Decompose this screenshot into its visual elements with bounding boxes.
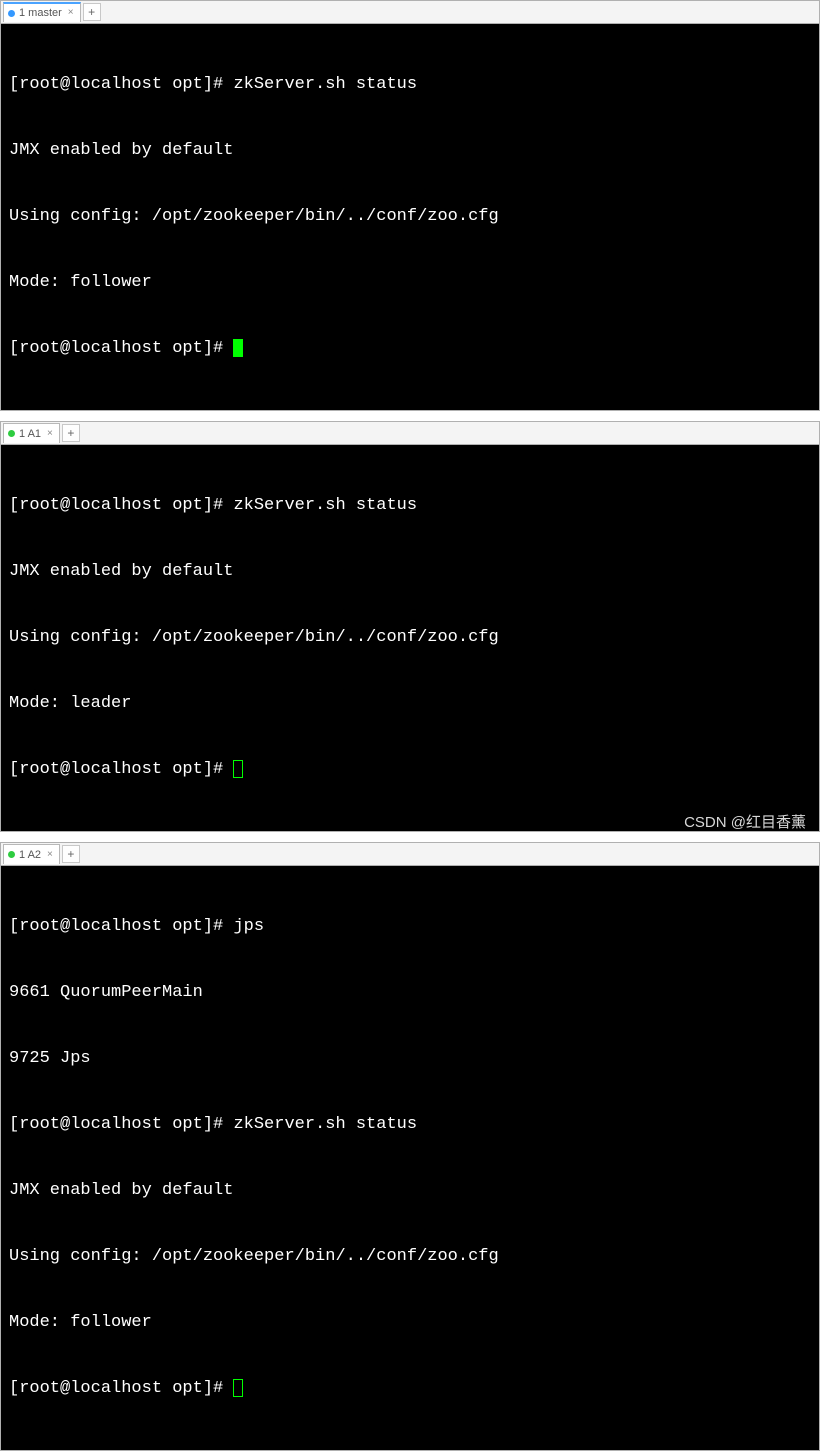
tab-bar: 1 A1 × + — [1, 422, 819, 445]
terminal-line: [root@localhost opt]# zkServer.sh status — [9, 74, 811, 96]
terminal-line: [root@localhost opt]# jps — [9, 916, 811, 938]
terminal-line: Mode: leader — [9, 693, 811, 715]
tab-bar: 1 A2 × + — [1, 843, 819, 866]
terminal-line: Mode: follower — [9, 272, 811, 294]
close-icon[interactable]: × — [47, 429, 53, 439]
terminal-line: [root@localhost opt]# zkServer.sh status — [9, 1114, 811, 1136]
terminal-line: [root@localhost opt]# — [9, 338, 811, 360]
terminal-pane-master: 1 master × + [root@localhost opt]# zkSer… — [0, 0, 820, 411]
close-icon[interactable]: × — [68, 8, 74, 18]
terminal-line: Mode: follower — [9, 1312, 811, 1334]
terminal-line: 9725 Jps — [9, 1048, 811, 1070]
status-dot-icon — [8, 430, 15, 437]
close-icon[interactable]: × — [47, 850, 53, 860]
terminal-line: JMX enabled by default — [9, 1180, 811, 1202]
tab-a1[interactable]: 1 A1 × — [3, 423, 60, 443]
cursor-icon — [233, 339, 243, 357]
terminal-line: Using config: /opt/zookeeper/bin/../conf… — [9, 627, 811, 649]
terminal-output[interactable]: [root@localhost opt]# jps 9661 QuorumPee… — [1, 866, 819, 1450]
terminal-pane-a1: 1 A1 × + [root@localhost opt]# zkServer.… — [0, 421, 820, 832]
terminal-line: [root@localhost opt]# zkServer.sh status — [9, 495, 811, 517]
add-tab-button[interactable]: + — [83, 3, 101, 21]
cursor-icon — [233, 760, 243, 778]
terminal-line: [root@localhost opt]# — [9, 759, 811, 781]
terminal-line: 9661 QuorumPeerMain — [9, 982, 811, 1004]
terminal-line: [root@localhost opt]# — [9, 1378, 811, 1400]
terminal-output[interactable]: [root@localhost opt]# zkServer.sh status… — [1, 24, 819, 410]
terminal-line: Using config: /opt/zookeeper/bin/../conf… — [9, 206, 811, 228]
terminal-line: JMX enabled by default — [9, 561, 811, 583]
tab-label: 1 A2 — [19, 849, 41, 861]
terminal-line: JMX enabled by default — [9, 140, 811, 162]
terminal-output[interactable]: [root@localhost opt]# zkServer.sh status… — [1, 445, 819, 831]
cursor-icon — [233, 1379, 243, 1397]
tab-label: 1 master — [19, 7, 62, 19]
tab-label: 1 A1 — [19, 428, 41, 440]
terminal-pane-a2: 1 A2 × + [root@localhost opt]# jps 9661 … — [0, 842, 820, 1451]
tab-a2[interactable]: 1 A2 × — [3, 844, 60, 864]
terminal-line: Using config: /opt/zookeeper/bin/../conf… — [9, 1246, 811, 1268]
tab-bar: 1 master × + — [1, 1, 819, 24]
status-dot-icon — [8, 851, 15, 858]
add-tab-button[interactable]: + — [62, 845, 80, 863]
tab-master[interactable]: 1 master × — [3, 2, 81, 22]
add-tab-button[interactable]: + — [62, 424, 80, 442]
status-dot-icon — [8, 10, 15, 17]
